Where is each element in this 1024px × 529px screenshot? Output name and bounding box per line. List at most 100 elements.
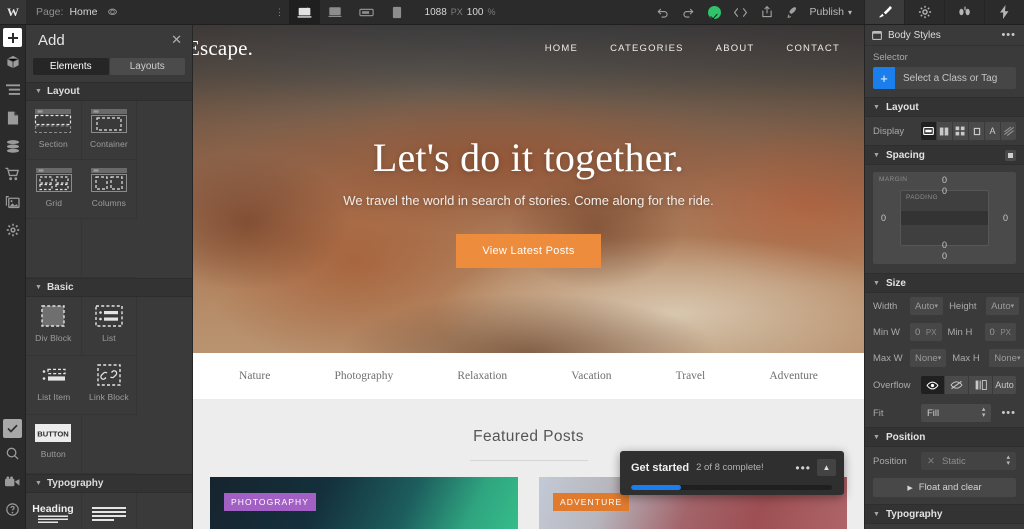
ellipsis-icon[interactable]: ••• [997, 29, 1016, 41]
ecommerce-rail-icon[interactable] [2, 161, 24, 187]
category-adventure[interactable]: Adventure [769, 370, 818, 382]
style-panel-tab[interactable] [864, 0, 904, 24]
element-div-block[interactable]: Div Block [26, 297, 82, 356]
add-elements-rail-icon[interactable] [3, 28, 22, 47]
site-brand[interactable]: Escape. [193, 36, 253, 61]
width-input[interactable]: Auto ▾ [910, 297, 944, 315]
search-rail-icon[interactable] [2, 440, 24, 466]
section-header-layout[interactable]: ▼ Layout [865, 97, 1024, 117]
page-indicator[interactable]: Page: Home [26, 0, 128, 24]
margin-top-value[interactable]: 0 [942, 175, 947, 185]
element-heading[interactable]: Heading Heading [26, 493, 82, 529]
video-tutorials-rail-icon[interactable] [2, 468, 24, 494]
display-block[interactable] [921, 122, 936, 140]
desktop-breakpoint[interactable] [288, 0, 320, 24]
element-button[interactable]: BUTTON Button [26, 415, 82, 474]
mobile-landscape-breakpoint[interactable] [351, 0, 382, 24]
category-vacation[interactable]: Vacation [571, 370, 611, 382]
effects-panel-tab[interactable] [984, 0, 1024, 24]
hero-section[interactable]: Escape. HOME CATEGORIES ABOUT CONTACT Le… [193, 25, 864, 353]
chevron-up-icon[interactable]: ▲ [817, 459, 836, 476]
hero-heading[interactable]: Let's do it together. [193, 134, 864, 181]
category-nature[interactable]: Nature [239, 370, 270, 382]
post-card[interactable]: PHOTOGRAPHY [210, 477, 518, 529]
min-width-input[interactable]: 0 PX [910, 323, 942, 341]
padding-bottom-value[interactable]: 0 [942, 240, 947, 250]
assets-rail-icon[interactable] [2, 189, 24, 215]
section-header-spacing[interactable]: ▼ Spacing [865, 145, 1024, 165]
position-select[interactable]: ✕ Static ▴ ▾ [921, 452, 1016, 470]
eye-preview-icon[interactable] [107, 7, 118, 18]
category-travel[interactable]: Travel [676, 370, 706, 382]
nav-link-contact[interactable]: CONTACT [786, 43, 840, 54]
category-relaxation[interactable]: Relaxation [457, 370, 507, 382]
code-brackets-icon[interactable] [728, 0, 754, 24]
zoom-value[interactable]: 100 [467, 7, 484, 18]
padding-top-value[interactable]: 0 [942, 186, 947, 196]
share-export-icon[interactable] [754, 0, 780, 24]
max-height-input[interactable]: None ▾ [989, 349, 1024, 367]
section-header-position[interactable]: ▼ Position [865, 427, 1024, 447]
cms-rail-icon[interactable] [2, 133, 24, 159]
settings-panel-tab[interactable] [904, 0, 944, 24]
element-columns[interactable]: Columns [81, 160, 138, 219]
float-and-clear-button[interactable]: ▶ Float and clear [873, 478, 1016, 497]
element-list-item[interactable]: List Item [26, 356, 82, 415]
hero-cta-button[interactable]: View Latest Posts [456, 234, 601, 268]
overflow-scroll[interactable] [969, 376, 992, 394]
plus-icon[interactable]: + [873, 67, 895, 89]
hero-subheading[interactable]: We travel the world in search of stories… [193, 193, 864, 208]
spacing-mode-icon[interactable] [1005, 149, 1016, 161]
element-container[interactable]: Container [81, 101, 138, 160]
tab-elements[interactable]: Elements [33, 58, 109, 75]
nav-link-home[interactable]: HOME [545, 43, 578, 54]
tab-layouts[interactable]: Layouts [109, 58, 185, 75]
rocket-icon[interactable] [780, 0, 806, 24]
margin-left-value[interactable]: 0 [881, 213, 886, 223]
mobile-portrait-breakpoint[interactable] [382, 0, 413, 24]
section-header-layout[interactable]: ▼ Layout [26, 82, 192, 101]
overflow-hidden[interactable] [945, 376, 968, 394]
undo-icon[interactable] [650, 0, 676, 24]
help-rail-icon[interactable] [2, 496, 24, 522]
site-navbar[interactable]: Escape. HOME CATEGORIES ABOUT CONTACT [193, 25, 864, 72]
selector-input[interactable]: + Select a Class or Tag [873, 67, 1016, 89]
settings-rail-icon[interactable] [2, 217, 24, 243]
margin-bottom-value[interactable]: 0 [942, 251, 947, 261]
webflow-logo[interactable]: W [0, 0, 26, 24]
post-tag[interactable]: PHOTOGRAPHY [224, 493, 317, 511]
overflow-visible[interactable] [921, 376, 944, 394]
tablet-breakpoint[interactable] [320, 0, 351, 24]
post-tag[interactable]: ADVENTURE [553, 493, 630, 511]
ellipsis-icon[interactable]: ••• [997, 407, 1016, 419]
section-header-typography[interactable]: ▼ Typography [26, 474, 192, 493]
element-list[interactable]: List [81, 297, 138, 356]
section-header-size[interactable]: ▼ Size [865, 273, 1024, 293]
height-input[interactable]: Auto ▾ [986, 297, 1020, 315]
kebab-menu-icon[interactable]: ⋮ [271, 8, 289, 17]
max-width-input[interactable]: None ▾ [910, 349, 947, 367]
pages-rail-icon[interactable] [2, 105, 24, 131]
navigator-rail-icon[interactable] [2, 77, 24, 103]
display-inline[interactable]: A [985, 122, 1000, 140]
saved-check-icon[interactable] [702, 0, 728, 24]
components-rail-icon[interactable] [2, 49, 24, 75]
redo-icon[interactable] [676, 0, 702, 24]
element-section[interactable]: Section [26, 101, 82, 160]
display-inline-block[interactable] [969, 122, 984, 140]
display-grid[interactable] [953, 122, 968, 140]
section-header-basic[interactable]: ▼ Basic [26, 278, 192, 297]
margin-right-value[interactable]: 0 [1003, 213, 1008, 223]
get-started-toast[interactable]: Get started 2 of 8 complete! ••• ▲ [620, 451, 844, 495]
interactions-panel-tab[interactable] [944, 0, 984, 24]
element-link-block[interactable]: Link Block [81, 356, 138, 415]
close-x-icon[interactable]: ✕ [171, 32, 182, 48]
display-flex[interactable] [937, 122, 952, 140]
nav-link-about[interactable]: ABOUT [716, 43, 755, 54]
spacing-control[interactable]: MARGIN 0 0 0 0 PADDING 0 0 0 0 [873, 172, 1016, 264]
element-paragraph[interactable]: Paragraph [82, 493, 138, 529]
min-height-input[interactable]: 0 PX [984, 323, 1016, 341]
publish-button[interactable]: Publish ▾ [806, 6, 860, 18]
audit-rail-icon[interactable] [3, 419, 22, 438]
nav-link-categories[interactable]: CATEGORIES [610, 43, 684, 54]
